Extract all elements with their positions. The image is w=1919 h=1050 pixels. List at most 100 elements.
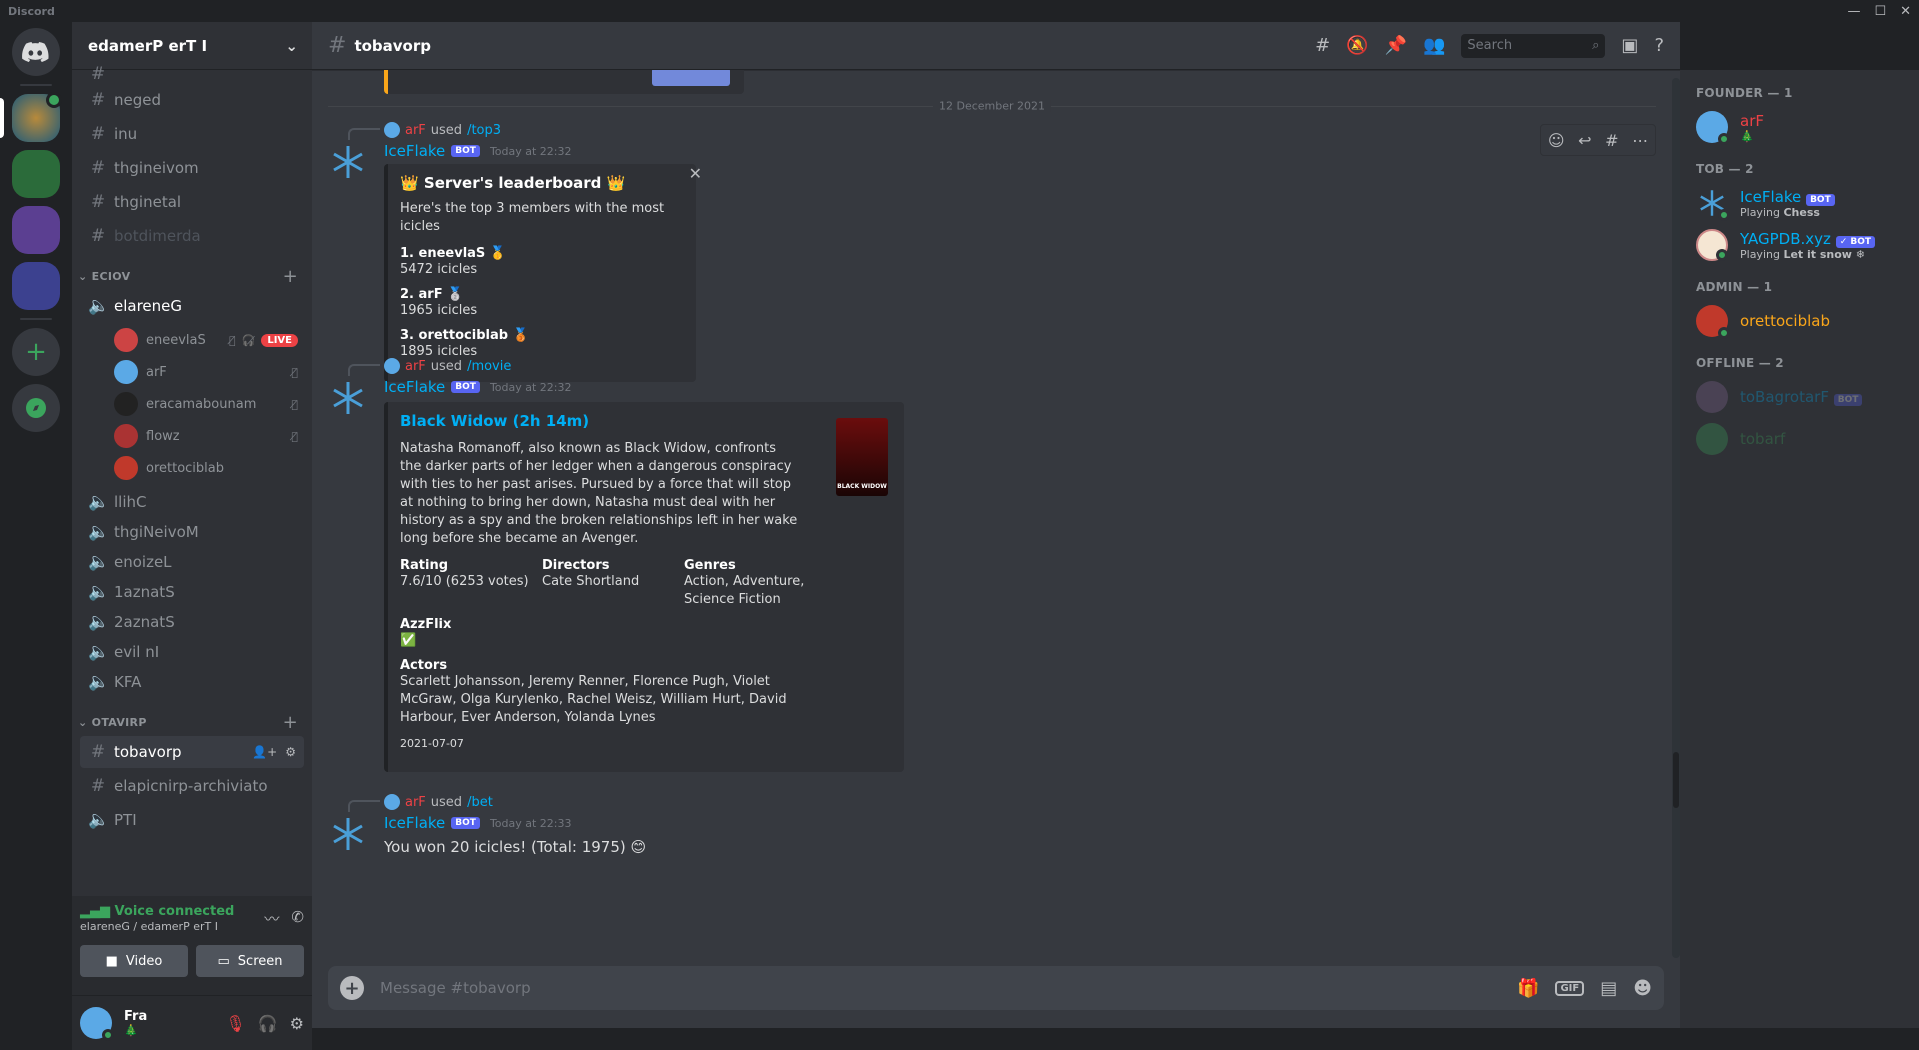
video-button[interactable]: ■ Video: [80, 945, 188, 977]
pin-icon[interactable]: 📌: [1385, 35, 1407, 56]
avatar: [114, 360, 138, 384]
movie-poster[interactable]: BLACK WIDOW: [836, 418, 888, 496]
notification-bell-icon[interactable]: 🔕: [1346, 35, 1368, 56]
avatar[interactable]: [80, 1007, 114, 1041]
channel-thginetal[interactable]: # thginetal: [80, 186, 304, 218]
channel-label: elapicnirp-archiviato: [114, 777, 268, 795]
threads-icon[interactable]: #: [1315, 35, 1330, 56]
member-item[interactable]: IceFlake BOT Playing Chess: [1696, 182, 1911, 224]
channel-header: # tobavorp # 🔕 📌 👥 Search ⌕ ▣ ?: [312, 22, 1680, 70]
voice-user[interactable]: arF 🎙̸: [114, 356, 304, 388]
field-label: Actors: [400, 658, 448, 673]
reply-used: used: [430, 794, 463, 810]
speaker-icon: 🔈: [88, 672, 110, 692]
sticker-icon[interactable]: ▤: [1600, 978, 1617, 999]
server-folder-3[interactable]: [12, 262, 60, 310]
member-item[interactable]: tobarf: [1696, 418, 1911, 460]
headphones-icon[interactable]: 🎧: [258, 1014, 278, 1033]
member-list-icon[interactable]: 👥: [1423, 35, 1445, 56]
voice-user[interactable]: flowz 🎙̸: [114, 420, 304, 452]
message-input[interactable]: Message #tobavorp: [380, 979, 531, 997]
add-channel-icon[interactable]: +: [283, 266, 298, 287]
channel-inu[interactable]: # inu: [80, 118, 304, 150]
noise-suppression-icon[interactable]: 〰: [264, 908, 279, 929]
gear-icon[interactable]: ⚙: [290, 1014, 304, 1033]
voice-channel-active[interactable]: 🔈 elareneG: [80, 290, 304, 322]
reply-preview[interactable]: arF used/bet: [384, 794, 493, 810]
maximize-button[interactable]: ☐: [1874, 4, 1886, 19]
member-item[interactable]: toBagrotarF BOT: [1696, 376, 1911, 418]
author-name[interactable]: IceFlake: [384, 142, 445, 160]
voice-channel-pti[interactable]: 🔈 PTI: [80, 804, 304, 836]
upload-plus-icon[interactable]: +: [340, 976, 364, 1000]
gift-icon[interactable]: 🎁: [1517, 978, 1539, 999]
member-item[interactable]: YAGPDB.xyz ✓ BOT Playing Let it snow ❄: [1696, 224, 1911, 266]
scrollbar-track[interactable]: [1672, 78, 1680, 958]
voice-channel[interactable]: 🔈 evil nI: [80, 636, 304, 668]
explore-servers-icon[interactable]: [12, 384, 60, 432]
author-name[interactable]: IceFlake: [384, 378, 445, 396]
screen-button[interactable]: ▭ Screen: [196, 945, 304, 977]
message-header: IceFlake BOT Today at 22:32: [384, 142, 572, 160]
scrollbar-thumb[interactable]: [1673, 752, 1679, 808]
member-item[interactable]: arF 🎄: [1696, 106, 1911, 148]
voice-user[interactable]: eneevlaS 🎙̸ 🎧̸ LIVE: [114, 324, 304, 356]
thread-icon[interactable]: #: [1605, 131, 1618, 150]
voice-channel[interactable]: 🔈 llihC: [80, 486, 304, 518]
add-server-icon[interactable]: +: [12, 328, 60, 376]
field-value: 7.6/10 (6253 votes): [400, 574, 529, 589]
avatar[interactable]: [328, 378, 368, 418]
voice-channel[interactable]: 🔈 2aznatS: [80, 606, 304, 638]
server-header[interactable]: edamerP erT I ⌄: [72, 22, 312, 70]
help-icon[interactable]: ?: [1654, 35, 1664, 56]
inbox-icon[interactable]: ▣: [1621, 35, 1638, 56]
channel-tobavorp[interactable]: # tobavorp 👤+ ⚙: [80, 736, 304, 768]
message-composer[interactable]: + Message #tobavorp 🎁 GIF ▤ ☻: [328, 966, 1664, 1010]
avatar[interactable]: [328, 814, 368, 854]
search-input[interactable]: Search ⌕: [1461, 33, 1606, 58]
member-item[interactable]: orettociblab: [1696, 300, 1911, 342]
invite-icon[interactable]: 👤+: [252, 745, 277, 759]
gif-icon[interactable]: GIF: [1555, 980, 1585, 996]
voice-status[interactable]: ▂▄▆ Voice connected: [80, 904, 234, 919]
voice-channel[interactable]: 🔈 enoizeL: [80, 546, 304, 578]
reply-preview[interactable]: arF used/top3: [384, 122, 501, 138]
channel-thgineivom[interactable]: # thgineivom: [80, 152, 304, 184]
chevron-down-icon: ⌄: [285, 36, 298, 55]
avatar: [1696, 423, 1728, 455]
category-voice[interactable]: ⌄ ECIOV +: [72, 264, 312, 288]
channel-botdimerda[interactable]: # botdimerda: [80, 220, 304, 252]
server-folder-1[interactable]: [12, 150, 60, 198]
reply-preview[interactable]: arF used/movie: [384, 358, 511, 374]
close-icon[interactable]: ✕: [689, 164, 702, 183]
embed-button[interactable]: [652, 70, 730, 86]
channel-neged[interactable]: # neged: [80, 84, 304, 116]
author-name[interactable]: IceFlake: [384, 814, 445, 832]
channel-elapicnirp[interactable]: # elapicnirp-archiviato: [80, 770, 304, 802]
home-button[interactable]: [12, 28, 60, 76]
category-private[interactable]: ⌄ OTAVIRP +: [72, 710, 312, 734]
channel-partial[interactable]: #: [80, 66, 304, 82]
voice-channel[interactable]: 🔈 1aznatS: [80, 576, 304, 608]
voice-channel[interactable]: 🔈 thgiNeivoM: [80, 516, 304, 548]
voice-user[interactable]: orettociblab: [114, 452, 304, 484]
close-button[interactable]: ✕: [1900, 4, 1911, 19]
minimize-button[interactable]: —: [1847, 4, 1860, 19]
avatar[interactable]: [328, 142, 368, 182]
more-icon[interactable]: ⋯: [1632, 131, 1648, 150]
server-icon-active[interactable]: [0, 92, 62, 142]
voice-channel[interactable]: 🔈 KFA: [80, 666, 304, 698]
embed-title-link[interactable]: Black Widow (2h 14m): [400, 412, 888, 430]
leaderboard-rank: 1. eneevlaS 🥇: [400, 246, 506, 261]
disconnect-icon[interactable]: ✆: [291, 908, 304, 929]
server-folder-2[interactable]: [12, 206, 60, 254]
channel-label: evil nI: [114, 643, 160, 661]
add-reaction-icon[interactable]: ☺: [1548, 131, 1565, 150]
snowflake-icon: [333, 382, 363, 414]
emoji-icon[interactable]: ☻: [1633, 978, 1652, 999]
voice-user[interactable]: eracamabounam 🎙̸: [114, 388, 304, 420]
mute-mic-icon[interactable]: 🎙: [225, 1014, 245, 1033]
reply-icon[interactable]: ↩: [1578, 131, 1591, 150]
add-channel-icon[interactable]: +: [283, 712, 298, 733]
gear-icon[interactable]: ⚙: [285, 745, 296, 759]
